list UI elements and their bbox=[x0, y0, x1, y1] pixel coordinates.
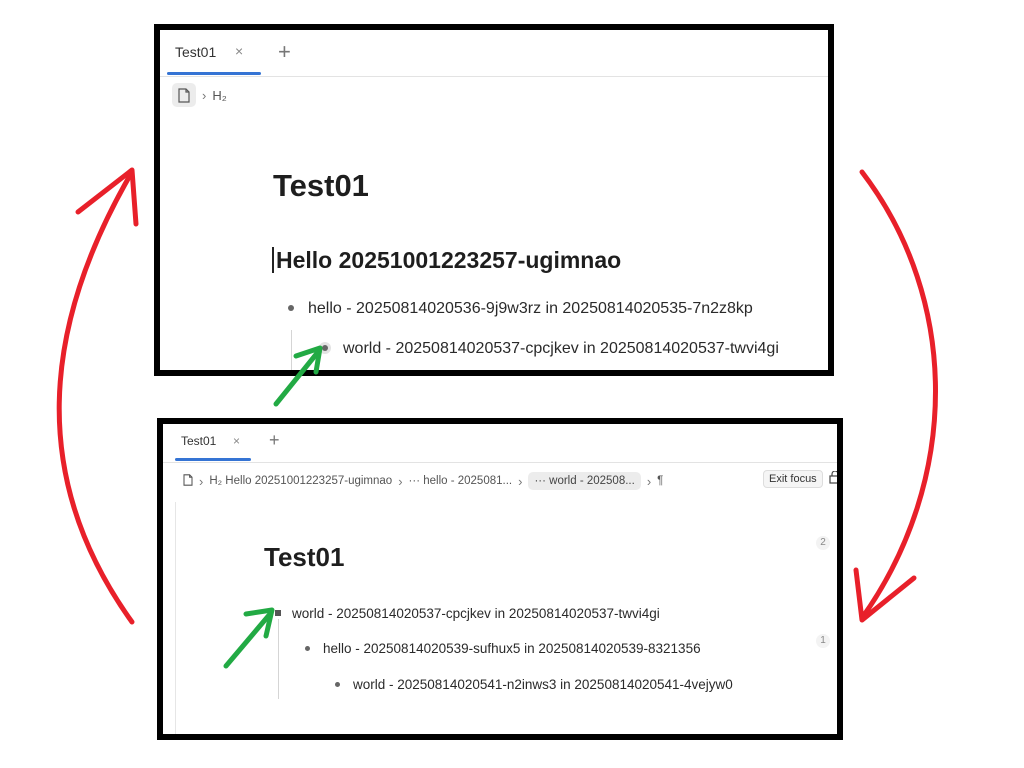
list-guide-line bbox=[291, 330, 292, 370]
breadcrumb-heading[interactable]: H₂ Hello 20251001223257-ugimnao bbox=[209, 475, 392, 487]
list-item[interactable]: world - 20250814020537-cpcjkev in 202508… bbox=[343, 340, 779, 358]
tab-active-indicator bbox=[167, 72, 261, 75]
tab-label: Test01 bbox=[175, 44, 217, 60]
list-item[interactable]: world - 20250814020541-n2inws3 in 202508… bbox=[353, 677, 733, 692]
breadcrumb-world[interactable]: ··· world - 202508... bbox=[528, 472, 641, 490]
breadcrumb-paragraph[interactable]: ¶ bbox=[657, 475, 663, 487]
tab-bar: Test01 × + bbox=[163, 424, 837, 463]
backlink-count[interactable]: 1 bbox=[816, 634, 830, 648]
breadcrumb: › H₂ bbox=[172, 82, 227, 108]
list-bullet[interactable] bbox=[288, 305, 294, 311]
document-icon[interactable] bbox=[183, 473, 193, 489]
breadcrumb: › H₂ Hello 20251001223257-ugimnao › ··· … bbox=[183, 468, 663, 494]
plus-icon[interactable]: + bbox=[269, 430, 280, 451]
chevron-right-icon: › bbox=[646, 473, 652, 489]
doc-title[interactable]: Test01 bbox=[264, 542, 344, 573]
plus-icon[interactable]: + bbox=[278, 39, 291, 65]
list-bullet[interactable] bbox=[335, 682, 340, 687]
red-arrowhead-up bbox=[75, 167, 139, 227]
list-bullet[interactable] bbox=[275, 610, 281, 616]
tab-test01[interactable]: Test01 × bbox=[175, 424, 269, 461]
chevron-right-icon: › bbox=[202, 87, 207, 103]
chevron-right-icon: › bbox=[518, 473, 523, 489]
breadcrumb-hello[interactable]: ··· hello - 2025081... bbox=[409, 475, 513, 487]
list-guide-line bbox=[278, 619, 279, 699]
close-icon[interactable]: × bbox=[233, 434, 240, 448]
backlink-count[interactable]: 2 bbox=[816, 536, 830, 550]
tab-bar: Test01 × + bbox=[160, 30, 828, 77]
exit-focus-button[interactable]: Exit focus bbox=[763, 470, 823, 488]
document-icon[interactable] bbox=[172, 83, 196, 107]
red-arrow-down bbox=[859, 169, 938, 621]
text-cursor bbox=[272, 247, 274, 273]
editor-left-border bbox=[175, 502, 176, 734]
list-item[interactable]: hello - 20250814020539-sufhux5 in 202508… bbox=[323, 641, 701, 656]
top-editor-panel: Test01 × + › H₂ Test01 Hello 20251001223… bbox=[154, 24, 834, 376]
tab-active-indicator bbox=[175, 458, 251, 461]
red-arrow-up bbox=[56, 169, 135, 625]
chevron-right-icon: › bbox=[398, 473, 403, 489]
doc-title[interactable]: Test01 bbox=[273, 168, 369, 204]
breadcrumb-heading[interactable]: H₂ bbox=[212, 88, 226, 103]
tab-label: Test01 bbox=[181, 434, 217, 448]
close-icon[interactable]: × bbox=[235, 43, 243, 59]
list-bullet[interactable] bbox=[322, 345, 328, 351]
tab-test01[interactable]: Test01 × bbox=[167, 30, 261, 75]
list-item[interactable]: world - 20250814020537-cpcjkev in 202508… bbox=[292, 606, 660, 621]
red-arrowhead-down bbox=[853, 567, 917, 623]
bottom-editor-panel: Test01 × + › H₂ Hello 20251001223257-ugi… bbox=[157, 418, 843, 740]
heading-2[interactable]: Hello 20251001223257-ugimnao bbox=[276, 247, 621, 274]
chevron-right-icon: › bbox=[199, 473, 204, 489]
lock-icon[interactable] bbox=[829, 470, 837, 489]
list-item[interactable]: hello - 20250814020536-9j9w3rz in 202508… bbox=[308, 300, 753, 318]
list-bullet[interactable] bbox=[305, 646, 310, 651]
